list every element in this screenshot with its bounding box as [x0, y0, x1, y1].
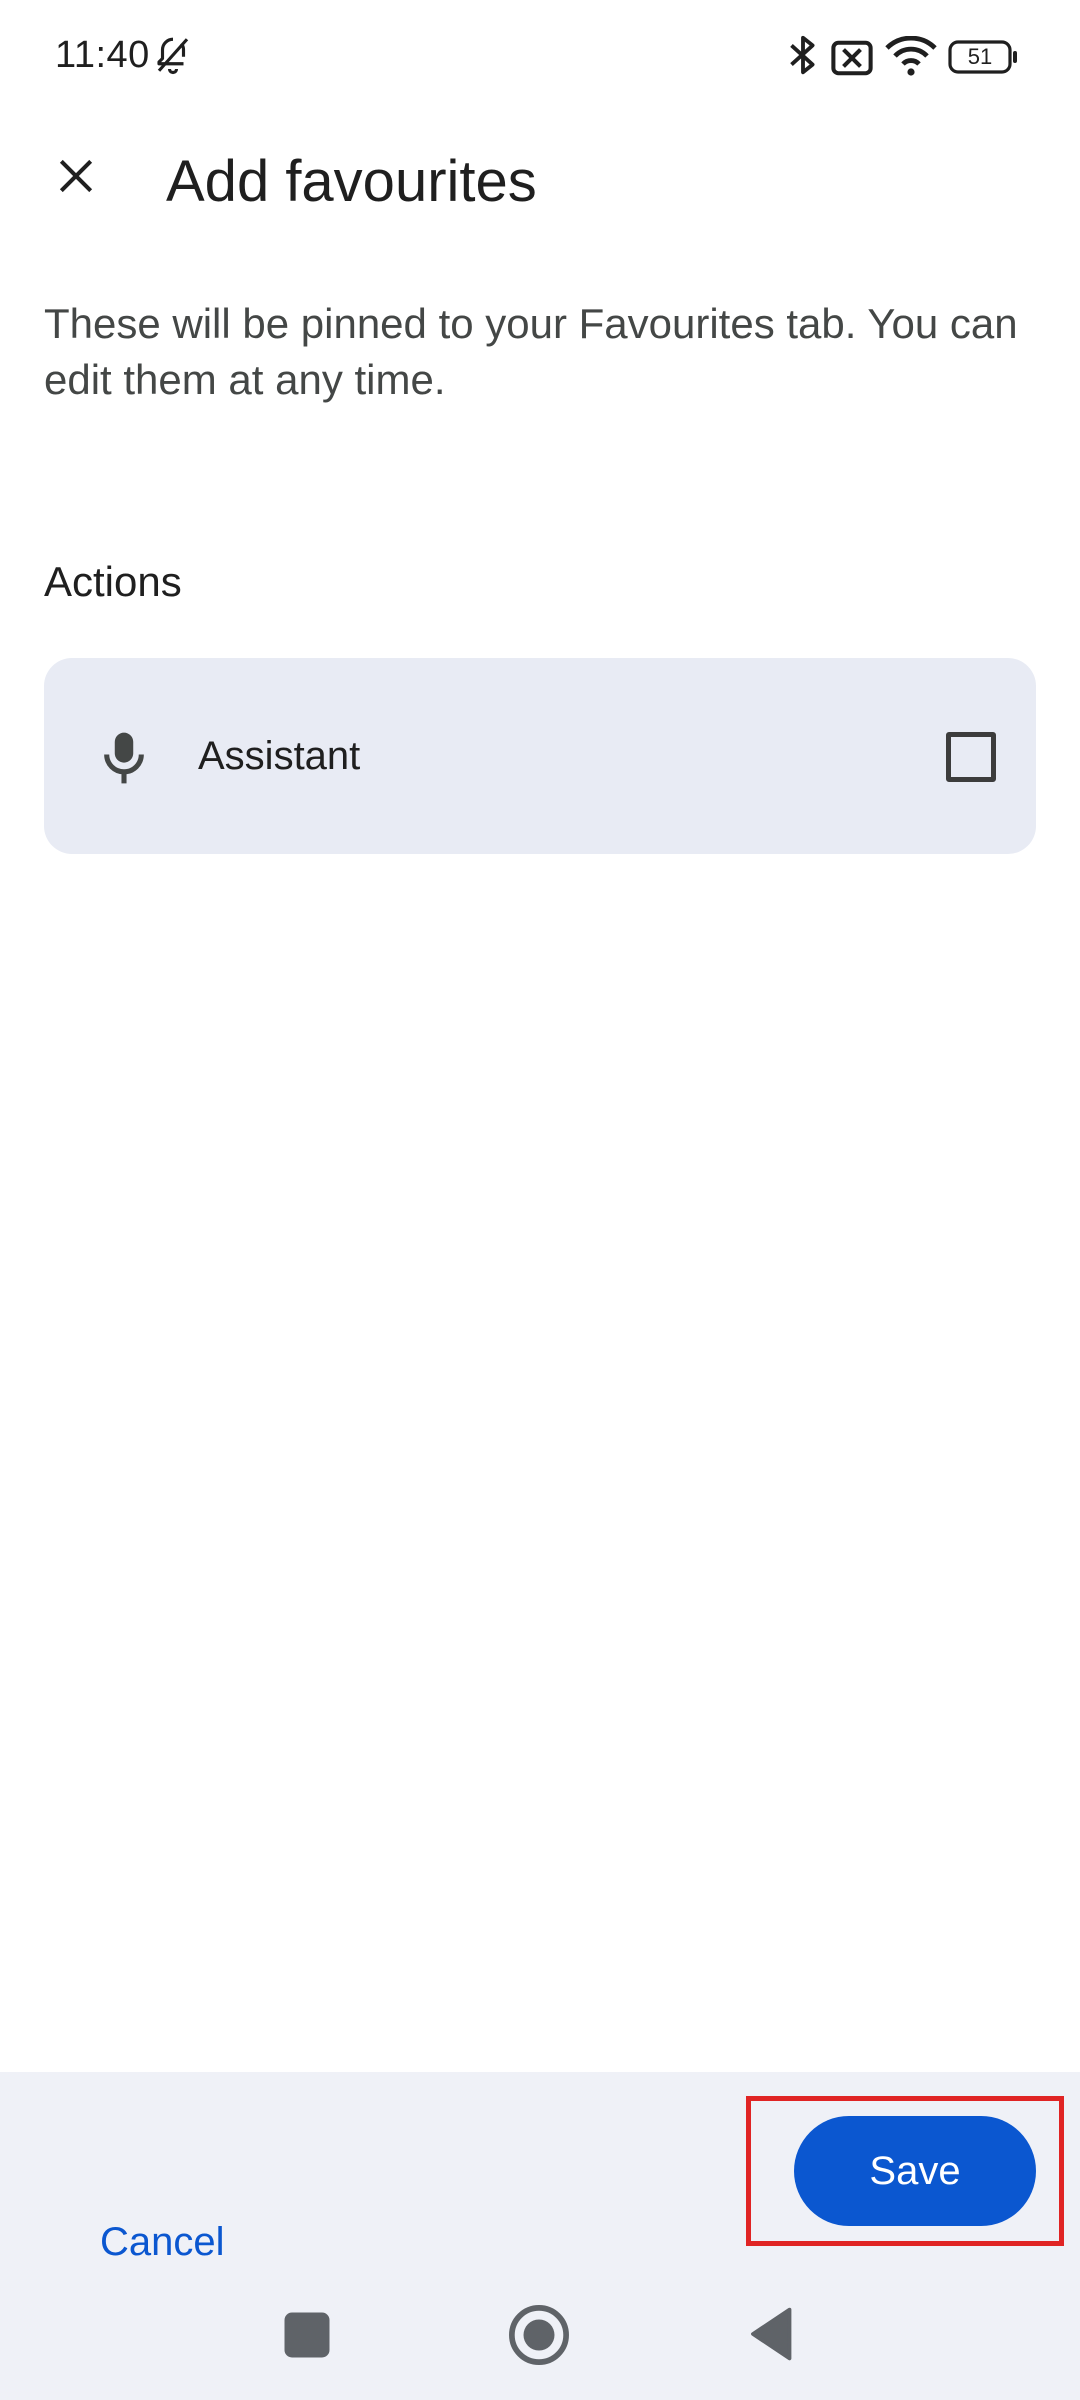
close-button[interactable] [44, 144, 108, 208]
section-heading-actions: Actions [44, 558, 182, 605]
microphone-icon [104, 732, 144, 784]
description-text: These will be pinned to your Favourites … [44, 300, 1018, 403]
cancel-button[interactable]: Cancel [100, 2220, 225, 2265]
action-item-assistant[interactable]: Assistant [44, 658, 1036, 854]
no-sim-icon [831, 40, 873, 76]
screen: 11:40 51 Add favourites These will be pi… [0, 0, 1080, 2400]
system-nav-bar [0, 2270, 1080, 2400]
assistant-checkbox[interactable] [946, 732, 996, 782]
status-bar: 11:40 51 [0, 0, 1080, 110]
action-item-label: Assistant [198, 734, 361, 778]
page-title: Add favourites [166, 149, 537, 214]
save-button[interactable]: Save [794, 2116, 1036, 2226]
close-icon [59, 159, 93, 193]
wifi-icon [885, 36, 937, 76]
bell-off-icon [157, 37, 189, 75]
status-time: 11:40 [55, 34, 150, 76]
back-triangle-icon[interactable] [748, 2306, 792, 2362]
battery-level: 51 [967, 44, 993, 69]
bluetooth-icon [790, 35, 815, 75]
recents-square-icon[interactable] [282, 2310, 332, 2360]
home-circle-icon[interactable] [508, 2304, 570, 2366]
